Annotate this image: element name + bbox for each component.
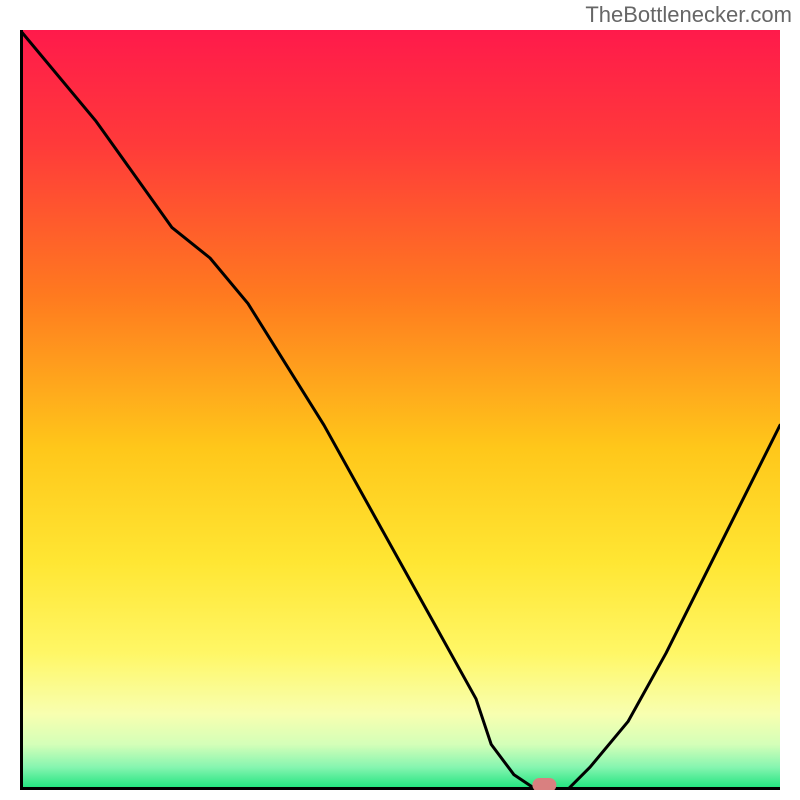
watermark-text: TheBottlenecker.com — [585, 2, 792, 28]
chart-svg — [20, 30, 780, 790]
gradient-background — [20, 30, 780, 790]
plot-area — [20, 30, 780, 790]
optimum-marker — [532, 778, 556, 790]
chart-container: TheBottlenecker.com — [0, 0, 800, 800]
